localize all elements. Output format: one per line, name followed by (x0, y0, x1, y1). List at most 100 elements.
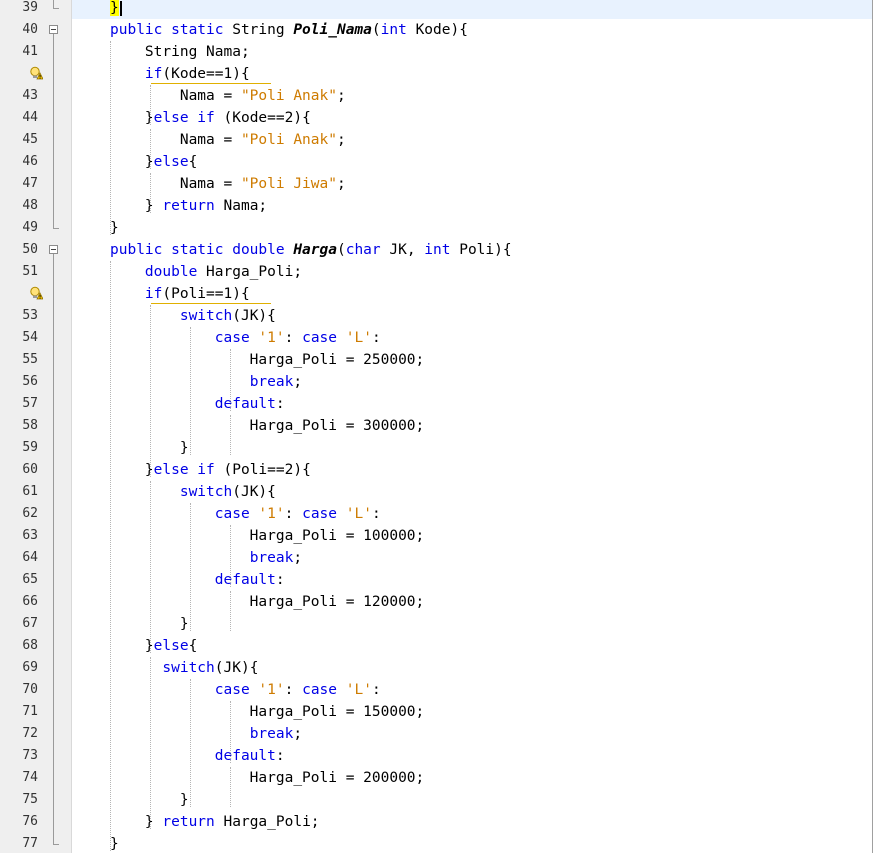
line-number: 39 (22, 0, 38, 15)
code-token: ; (293, 374, 303, 390)
gutter-line: 76 (0, 811, 72, 833)
code-line[interactable]: }else if (Kode==2){ (72, 107, 872, 129)
indent-guide (110, 261, 111, 851)
code-line[interactable]: public static double Harga(char JK, int … (72, 239, 872, 261)
code-line[interactable]: } return Harga_Poli; (72, 811, 872, 833)
code-line[interactable]: default: (72, 393, 872, 415)
code-line[interactable]: switch(JK){ (72, 657, 872, 679)
code-line[interactable]: } (72, 613, 872, 635)
code-line-text: switch(JK){ (110, 657, 258, 679)
gutter-line: 67 (0, 613, 72, 635)
code-line-text: break; (110, 547, 302, 569)
code-line-text: Harga_Poli = 100000; (110, 525, 425, 547)
code-line[interactable]: break; (72, 547, 872, 569)
code-area[interactable]: } public static String Poli_Nama(int Kode… (72, 0, 872, 853)
code-line[interactable]: } (72, 0, 872, 19)
line-number: 56 (22, 374, 38, 389)
fold-collapse-icon[interactable] (49, 245, 58, 254)
gutter-line (0, 63, 72, 85)
code-line[interactable]: Harga_Poli = 250000; (72, 349, 872, 371)
code-line[interactable]: Harga_Poli = 200000; (72, 767, 872, 789)
code-line[interactable]: break; (72, 723, 872, 745)
line-number: 47 (22, 176, 38, 191)
code-line[interactable]: } return Nama; (72, 195, 872, 217)
code-line[interactable]: break; (72, 371, 872, 393)
code-line[interactable]: Harga_Poli = 120000; (72, 591, 872, 613)
code-token: (JK){ (232, 308, 276, 324)
indent-guide (150, 129, 151, 169)
gutter-line: 62 (0, 503, 72, 525)
code-token: Harga_Poli = 250000; (110, 352, 425, 368)
line-number: 50 (22, 242, 38, 257)
code-line[interactable]: Harga_Poli = 100000; (72, 525, 872, 547)
code-line[interactable]: switch(JK){ (72, 305, 872, 327)
code-token: (Kode==2){ (223, 110, 311, 126)
code-line[interactable]: }else if (Poli==2){ (72, 459, 872, 481)
code-token: ; (293, 726, 303, 742)
keyword-token: return (162, 814, 224, 830)
code-line[interactable]: } (72, 217, 872, 239)
fold-collapse-icon[interactable] (49, 25, 58, 34)
warning-bulb-icon[interactable] (29, 286, 43, 300)
code-token: ; (336, 176, 346, 192)
code-line[interactable]: String Nama; (72, 41, 872, 63)
string-token: '1' (258, 506, 285, 522)
code-token: String (232, 22, 294, 38)
code-token: Kode){ (415, 22, 468, 38)
code-line[interactable]: default: (72, 745, 872, 767)
line-number: 41 (22, 44, 38, 59)
code-line-text: Nama = "Poli Anak"; (110, 85, 346, 107)
gutter-line (0, 283, 72, 305)
code-token: (JK){ (232, 484, 276, 500)
gutter-line: 51 (0, 261, 72, 283)
line-number: 40 (22, 22, 38, 37)
keyword-token: default (214, 572, 276, 588)
line-number: 67 (22, 616, 38, 631)
gutter-line: 55 (0, 349, 72, 371)
gutter-line: 73 (0, 745, 72, 767)
code-line-text: default: (110, 569, 285, 591)
code-line[interactable]: Harga_Poli = 150000; (72, 701, 872, 723)
code-line[interactable]: Nama = "Poli Anak"; (72, 129, 872, 151)
keyword-token: case (214, 506, 259, 522)
code-line[interactable]: }else{ (72, 151, 872, 173)
code-line[interactable]: double Harga_Poli; (72, 261, 872, 283)
line-number: 63 (22, 528, 38, 543)
code-token: } (110, 638, 154, 654)
code-line[interactable]: public static String Poli_Nama(int Kode)… (72, 19, 872, 41)
method-name: Poli_Nama (293, 22, 372, 38)
code-line[interactable]: } (72, 789, 872, 811)
code-line-text: }else if (Kode==2){ (110, 107, 311, 129)
warning-bulb-icon[interactable] (29, 66, 43, 80)
code-line[interactable]: }else{ (72, 635, 872, 657)
fold-end-marker (53, 228, 59, 229)
code-line[interactable]: case '1': case 'L': (72, 327, 872, 349)
keyword-token: else (153, 154, 189, 170)
keyword-token: case (302, 506, 346, 522)
code-line[interactable]: switch(JK){ (72, 481, 872, 503)
line-number: 75 (22, 792, 38, 807)
gutter-line: 44 (0, 107, 72, 129)
gutter-line: 72 (0, 723, 72, 745)
string-token: "Poli Jiwa" (240, 176, 337, 192)
code-line[interactable]: Nama = "Poli Jiwa"; (72, 173, 872, 195)
code-line[interactable]: } (72, 437, 872, 459)
string-token: '1' (258, 682, 285, 698)
code-line[interactable]: default: (72, 569, 872, 591)
code-line[interactable]: } (72, 833, 872, 853)
keyword-token: break (249, 550, 294, 566)
line-number: 43 (22, 88, 38, 103)
string-token: '1' (258, 330, 285, 346)
code-line[interactable]: Harga_Poli = 300000; (72, 415, 872, 437)
code-line[interactable]: Nama = "Poli Anak"; (72, 85, 872, 107)
code-line-text: } (110, 217, 119, 239)
code-line[interactable]: case '1': case 'L': (72, 503, 872, 525)
code-line[interactable]: case '1': case 'L': (72, 679, 872, 701)
indent-guide (150, 85, 151, 125)
indent-guide (150, 305, 151, 477)
code-editor[interactable]: 39 40 41 43 44 45 46 47 48 49 50 51 53 54 55 56 57 58 59 60… (0, 0, 873, 853)
